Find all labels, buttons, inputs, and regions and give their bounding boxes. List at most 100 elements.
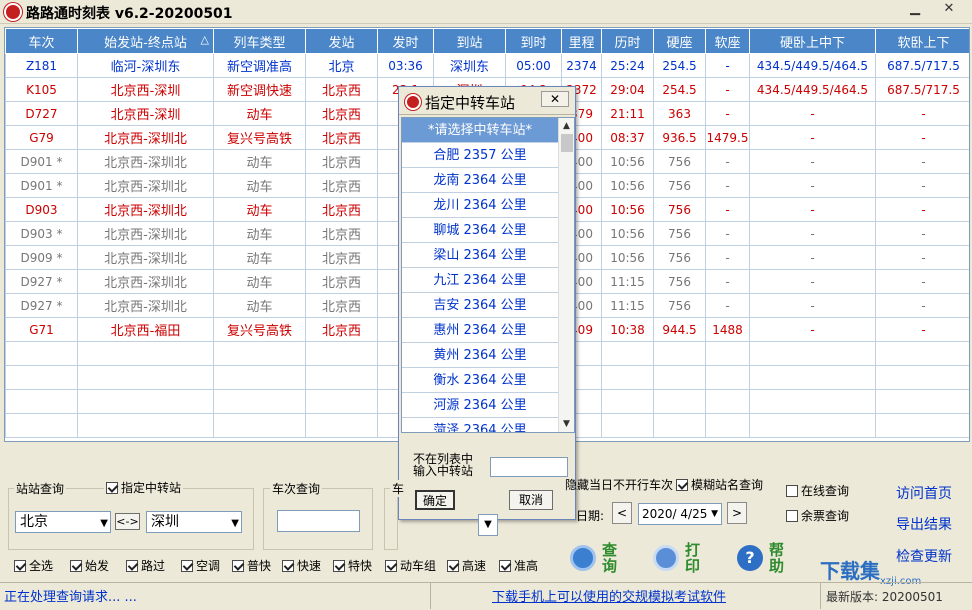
train-number-input[interactable] — [277, 510, 360, 532]
table-cell: 756 — [653, 149, 706, 174]
check-update-link[interactable]: 检查更新 — [896, 546, 952, 566]
filter-checkbox[interactable]: 普快 — [232, 559, 271, 573]
column-header[interactable]: 发时 — [377, 28, 434, 54]
filter-checkbox[interactable]: 动车组 — [385, 559, 436, 573]
column-header[interactable]: 历时 — [601, 28, 654, 54]
manual-transfer-label: 不在列表中 输入中转站 — [413, 452, 474, 478]
table-cell: - — [875, 101, 969, 126]
transfer-station-option[interactable]: 惠州 2364 公里 — [402, 318, 558, 343]
print-button[interactable]: 打印 — [653, 542, 723, 582]
table-cell: 北京西 — [305, 173, 378, 198]
filter-checkbox[interactable]: 特快 — [333, 559, 372, 573]
search-icon — [570, 545, 596, 571]
printer-icon — [653, 545, 679, 571]
table-cell: 936.5 — [653, 125, 706, 150]
table-cell: 756 — [653, 221, 706, 246]
transfer-station-option[interactable]: 龙南 2364 公里 — [402, 168, 558, 193]
transfer-station-option[interactable]: 梁山 2364 公里 — [402, 243, 558, 268]
table-cell: 北京西 — [305, 149, 378, 174]
table-cell: 北京西-深圳北 — [77, 125, 214, 150]
table-cell: D909 * — [5, 245, 78, 270]
extra-dropdown-icon[interactable]: ▼ — [478, 514, 498, 536]
filter-checkbox[interactable]: 路过 — [126, 559, 165, 573]
checkbox-check-icon — [676, 479, 688, 491]
cancel-button[interactable]: 取消 — [509, 490, 553, 510]
prev-date-button[interactable]: < — [612, 502, 632, 524]
chevron-down-icon: ▼ — [231, 518, 239, 529]
date-label: 日期: — [576, 509, 605, 523]
download-app-link[interactable]: 下载手机上可以使用的交规模拟考试软件 — [492, 586, 726, 605]
hide-not-running-label: 隐藏当日不开行车次 — [565, 478, 674, 492]
transfer-station-option[interactable]: 龙川 2364 公里 — [402, 193, 558, 218]
table-row[interactable]: Z181 临河-深圳东 新空调准高 北京 03:36 深圳东 05:00 2374 25:24 2… — [5, 53, 969, 78]
column-header[interactable]: 软座 — [705, 28, 750, 54]
table-cell: - — [749, 317, 876, 342]
transfer-station-option[interactable]: 黄州 2364 公里 — [402, 343, 558, 368]
table-cell: 北京 — [305, 53, 378, 78]
remaining-tickets-checkbox[interactable]: 余票查询 — [786, 509, 849, 523]
column-header[interactable]: 硬卧上中下 — [749, 28, 876, 54]
filter-checkbox[interactable]: 空调 — [181, 559, 220, 573]
column-header[interactable]: 车次 — [5, 28, 78, 54]
from-station-select[interactable]: 北京 ▼ — [15, 511, 111, 533]
filter-checkbox[interactable]: 高速 — [447, 559, 486, 573]
column-header[interactable]: 到时 — [505, 28, 562, 54]
to-station-select[interactable]: 深圳 ▼ — [146, 511, 242, 533]
table-cell: 687.5/717.5 — [875, 77, 969, 102]
column-header[interactable]: 里程 — [561, 28, 602, 54]
visit-home-link[interactable]: 访问首页 — [896, 483, 952, 503]
dialog-close-button[interactable]: ✕ — [541, 91, 569, 107]
table-cell: 北京西 — [305, 293, 378, 318]
scroll-thumb[interactable] — [561, 134, 573, 152]
manual-transfer-input[interactable] — [490, 457, 568, 477]
scroll-up-icon[interactable]: ▲ — [559, 118, 574, 134]
table-cell: 434.5/449.5/464.5 — [749, 77, 876, 102]
table-cell: D903 * — [5, 221, 78, 246]
table-cell: - — [875, 317, 969, 342]
transfer-station-option[interactable]: 九江 2364 公里 — [402, 268, 558, 293]
filter-checkbox[interactable]: 全选 — [14, 559, 53, 573]
column-header[interactable]: 软卧上下 — [875, 28, 969, 54]
table-cell: - — [705, 293, 750, 318]
ok-button[interactable]: 确定 — [415, 490, 455, 510]
checkbox-check-icon — [14, 560, 26, 572]
list-scrollbar[interactable]: ▲ ▼ — [558, 118, 574, 432]
table-cell: D927 * — [5, 293, 78, 318]
fuzzy-name-checkbox[interactable]: 模糊站名查询 — [676, 478, 764, 492]
filter-checkbox[interactable]: 快速 — [282, 559, 321, 573]
transfer-station-list[interactable]: *请选择中转车站* 合肥 2357 公里 龙南 2364 公里 龙川 2364 公里聊… — [401, 117, 575, 433]
swap-stations-button[interactable]: <-> — [115, 513, 140, 530]
transfer-station-option[interactable]: 合肥 2357 公里 — [402, 143, 558, 168]
column-header[interactable]: 始发站-终点站 △ — [77, 28, 214, 54]
column-header[interactable]: 发站 — [305, 28, 378, 54]
table-cell: 北京西-深圳北 — [77, 221, 214, 246]
column-header[interactable]: 硬座 — [653, 28, 706, 54]
column-header[interactable]: 到站 — [433, 28, 506, 54]
minimize-button[interactable]: ▁ — [900, 1, 930, 19]
query-button[interactable]: 查询 — [570, 542, 640, 582]
transfer-station-option[interactable]: 河源 2364 公里 — [402, 393, 558, 418]
next-date-button[interactable]: > — [727, 502, 747, 524]
help-button[interactable]: ? 帮助 — [737, 542, 807, 582]
date-picker[interactable]: 2020/ 4/25 ▼ — [638, 503, 722, 525]
specify-transfer-checkbox[interactable]: 指定中转站 — [104, 481, 184, 495]
table-cell: 北京西-深圳北 — [77, 245, 214, 270]
table-cell: - — [749, 197, 876, 222]
export-results-link[interactable]: 导出结果 — [896, 514, 952, 534]
extra-group-label: 车 — [390, 480, 407, 497]
filter-checkbox[interactable]: 始发 — [70, 559, 109, 573]
filter-checkbox[interactable]: 准高 — [499, 559, 538, 573]
online-query-checkbox[interactable]: 在线查询 — [786, 484, 849, 498]
transfer-station-option[interactable]: *请选择中转车站* — [402, 118, 558, 143]
checkbox-check-icon — [70, 560, 82, 572]
transfer-station-option[interactable]: 聊城 2364 公里 — [402, 218, 558, 243]
transfer-station-option[interactable]: 衡水 2364 公里 — [402, 368, 558, 393]
scroll-down-icon[interactable]: ▼ — [559, 416, 574, 432]
table-cell: - — [749, 269, 876, 294]
column-header[interactable]: 列车类型 — [213, 28, 306, 54]
transfer-station-option[interactable]: 菏泽 2364 公里 — [402, 418, 558, 432]
close-window-button[interactable]: ✕ — [934, 1, 964, 19]
table-cell: 254.5 — [653, 77, 706, 102]
table-cell: 北京西-福田 — [77, 317, 214, 342]
transfer-station-option[interactable]: 吉安 2364 公里 — [402, 293, 558, 318]
